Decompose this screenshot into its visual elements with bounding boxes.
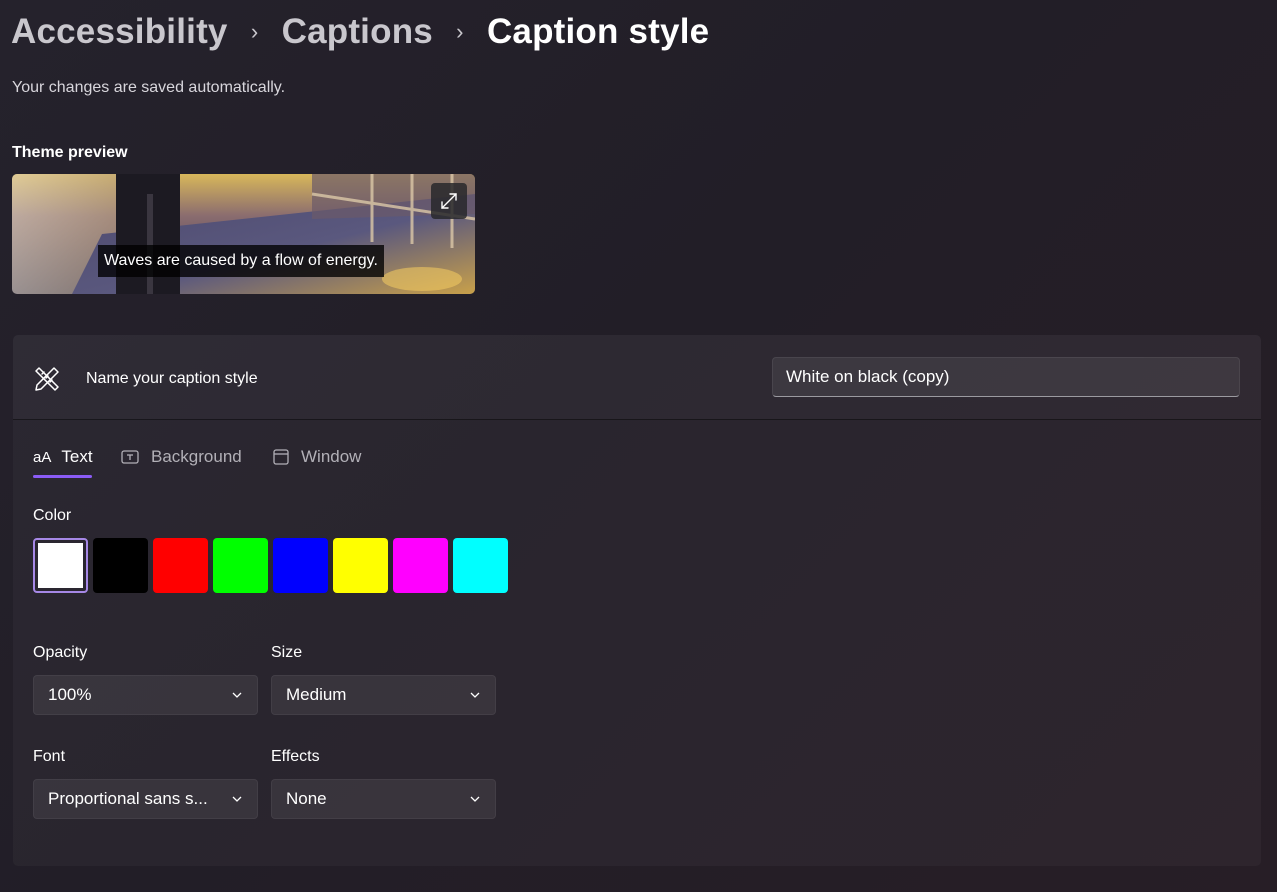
expand-icon [441,193,457,209]
breadcrumb-separator: › [456,19,464,44]
tab-window[interactable]: Window [273,439,361,475]
effects-value: None [286,789,327,808]
color-swatch-yellow[interactable] [333,538,388,593]
caption-sample-text: Waves are caused by a flow of energy. [98,245,384,277]
name-style-label: Name your caption style [86,370,258,387]
color-swatch-red[interactable] [153,538,208,593]
selected-tab-indicator [33,475,92,478]
theme-preview: Waves are caused by a flow of energy. [12,174,475,294]
autosave-note: Your changes are saved automatically. [12,79,286,96]
effects-label: Effects [271,748,320,765]
tab-text-label: Text [61,447,93,466]
tab-background[interactable]: Background [121,439,242,475]
chevron-down-icon [232,796,242,802]
opacity-value: 100% [48,685,92,704]
name-row: Name your caption style [13,335,1261,420]
caption-style-card: Name your caption style aA Text Backgrou… [13,335,1261,866]
size-label: Size [271,644,303,661]
breadcrumb-accessibility[interactable]: Accessibility [11,12,228,52]
breadcrumb-captions[interactable]: Captions [282,12,433,52]
theme-preview-label: Theme preview [12,144,128,161]
window-icon [273,449,289,465]
tab-text[interactable]: aA Text [33,439,93,475]
background-icon [121,450,139,464]
color-label: Color [33,507,72,524]
pen-ruler-icon [35,367,59,391]
chevron-down-icon [470,692,480,698]
caption-style-name-input[interactable] [772,357,1240,397]
color-swatch-white[interactable] [33,538,88,593]
opacity-label: Opacity [33,644,88,661]
size-value: Medium [286,685,347,704]
text-style-icon: aA [33,448,52,466]
page-title: Caption style [486,12,710,51]
font-value: Proportional sans s... [48,789,208,808]
size-dropdown[interactable]: Medium [271,675,496,715]
tab-window-label: Window [301,447,362,466]
color-swatch-cyan[interactable] [453,538,508,593]
breadcrumb: Accessibility › Captions › Caption style [11,10,709,54]
tab-background-label: Background [151,447,242,466]
color-swatch-magenta[interactable] [393,538,448,593]
font-label: Font [33,748,66,765]
chevron-down-icon [232,692,242,698]
opacity-dropdown[interactable]: 100% [33,675,258,715]
color-swatch-black[interactable] [93,538,148,593]
color-swatch-blue[interactable] [273,538,328,593]
expand-preview-button[interactable] [431,183,467,219]
font-dropdown[interactable]: Proportional sans s... [33,779,258,819]
effects-dropdown[interactable]: None [271,779,496,819]
chevron-down-icon [470,796,480,802]
color-swatch-green[interactable] [213,538,268,593]
breadcrumb-separator: › [250,19,259,44]
